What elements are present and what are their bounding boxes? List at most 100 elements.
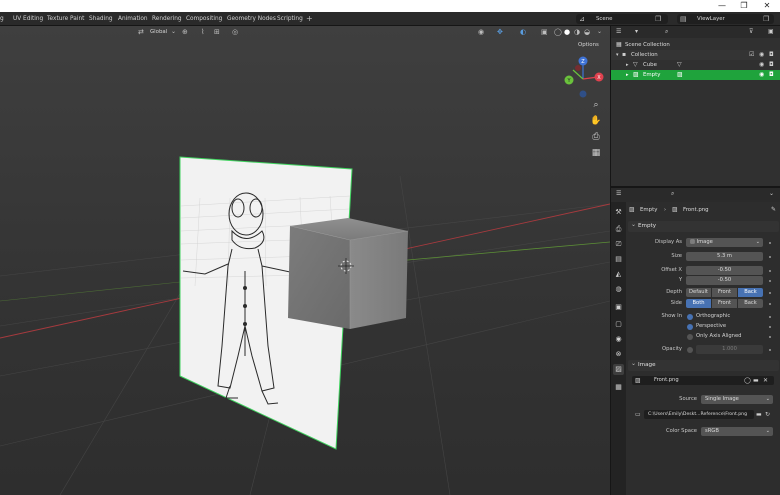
options-dropdown[interactable]: Options: [578, 40, 599, 50]
depth-front-button[interactable]: Front: [712, 288, 737, 297]
image-browse-icon[interactable]: ▨: [635, 376, 641, 385]
image-panel-header[interactable]: Image: [628, 358, 779, 371]
zoom-icon[interactable]: ⌕: [589, 98, 603, 112]
outliner-row-cube[interactable]: ▸ ▽ Cube ▽ ◉ ◘: [611, 60, 780, 70]
tab-texture-paint[interactable]: Texture Paint: [47, 12, 84, 26]
xray-icon[interactable]: ▣: [541, 27, 548, 37]
constraints-tab-icon[interactable]: ⊗: [613, 349, 624, 360]
copy-scene-icon[interactable]: ❐: [655, 14, 661, 24]
tab-workspace-partial[interactable]: g: [0, 12, 4, 26]
perspective-checkbox[interactable]: [687, 323, 693, 330]
tool-tab-icon[interactable]: ⚒: [613, 207, 624, 218]
keyframe-dot[interactable]: [769, 336, 771, 338]
perspective-toggle-icon[interactable]: ▦: [589, 146, 603, 160]
pin-icon[interactable]: ✎: [771, 205, 776, 215]
scene-tab-icon[interactable]: ◭: [613, 269, 624, 280]
side-front-button[interactable]: Front: [712, 299, 737, 308]
render-tab-icon[interactable]: ⎙: [613, 224, 624, 235]
tab-scripting[interactable]: Scripting: [277, 12, 303, 26]
orthographic-checkbox[interactable]: [687, 313, 693, 320]
expand-arrow-icon[interactable]: ▸: [626, 60, 629, 70]
object-data-tab-icon[interactable]: ▨: [613, 364, 624, 375]
snap-icon[interactable]: ⌇: [201, 27, 204, 37]
maximize-button[interactable]: ❐: [733, 0, 755, 12]
tab-compositing[interactable]: Compositing: [186, 12, 222, 26]
view-layer-selector[interactable]: [677, 14, 774, 24]
reload-icon[interactable]: ↻: [765, 410, 770, 419]
editor-type-icon[interactable]: ☰: [616, 189, 621, 199]
3d-viewport[interactable]: Z X Y ⇄ Global ⌄ ⊕ ⌇ ⊞ ◎ ◉ ✥ ◐ ▣ ◯ ● ◑ ◒…: [0, 26, 610, 495]
minimize-button[interactable]: —: [711, 0, 733, 12]
open-folder-icon[interactable]: ▬: [753, 376, 759, 385]
eye-icon[interactable]: ◉: [759, 50, 764, 60]
only-axis-aligned-checkbox[interactable]: [687, 333, 693, 340]
visibility-icon[interactable]: ◉: [478, 27, 484, 37]
copy-view-layer-icon[interactable]: ❐: [763, 14, 769, 24]
display-mode-icon[interactable]: ▾: [635, 27, 638, 37]
keyframe-dot[interactable]: [769, 292, 771, 294]
wireframe-shading-icon[interactable]: ◯: [554, 27, 562, 37]
output-tab-icon[interactable]: ⎚: [613, 239, 624, 250]
tab-rendering[interactable]: Rendering: [152, 12, 182, 26]
keyframe-dot[interactable]: [769, 349, 771, 351]
physics-tab-icon[interactable]: ◉: [613, 334, 624, 345]
keyframe-dot[interactable]: [769, 303, 771, 305]
material-shading-icon[interactable]: ◑: [574, 27, 580, 37]
collection-tab-icon[interactable]: ▣: [613, 302, 624, 313]
editor-type-icon[interactable]: ☰: [616, 27, 621, 37]
expand-arrow-icon[interactable]: ▾: [616, 50, 619, 60]
object-tab-icon[interactable]: ▢: [613, 319, 624, 330]
camera-icon[interactable]: ◘: [769, 60, 774, 70]
empty-panel-header[interactable]: Empty: [628, 219, 779, 232]
shading-options-icon[interactable]: ⌄: [597, 27, 602, 37]
keyframe-dot[interactable]: [769, 326, 771, 328]
outliner-row-empty[interactable]: ▸ ▨ Empty ▨ ◉ ◘: [611, 70, 780, 80]
keyframe-dot[interactable]: [769, 256, 771, 258]
side-both-button[interactable]: Both: [686, 299, 711, 308]
camera-view-icon[interactable]: ⎙: [589, 130, 603, 144]
unlink-icon[interactable]: ✕: [763, 376, 768, 385]
open-folder-icon[interactable]: ▬: [756, 410, 762, 419]
rendered-shading-icon[interactable]: ◒: [584, 27, 590, 37]
keyframe-dot[interactable]: [769, 316, 771, 318]
keyframe-dot[interactable]: [769, 280, 771, 282]
add-workspace-button[interactable]: +: [306, 12, 313, 26]
use-alpha-checkbox[interactable]: [687, 346, 693, 353]
camera-icon[interactable]: ◘: [769, 70, 774, 80]
depth-back-button[interactable]: Back: [738, 288, 763, 297]
outliner-row-collection[interactable]: ▾ ▪ Collection ☑ ◉ ◘: [611, 50, 780, 60]
checkbox-icon[interactable]: ☑: [749, 50, 754, 60]
filepath-field[interactable]: C:\Users\Emily\Deskt...Reference\Front.p…: [644, 410, 754, 419]
side-back-button[interactable]: Back: [738, 299, 763, 308]
offset-y-field[interactable]: -0.50: [686, 276, 763, 285]
tab-shading[interactable]: Shading: [89, 12, 113, 26]
world-tab-icon[interactable]: ◍: [613, 284, 624, 295]
close-button[interactable]: ✕: [756, 0, 778, 12]
search-icon[interactable]: ⌕: [671, 189, 674, 199]
texture-tab-icon[interactable]: ▦: [613, 382, 624, 393]
expand-arrow-icon[interactable]: ▸: [626, 70, 629, 80]
new-collection-icon[interactable]: ▣: [768, 27, 774, 37]
source-dropdown[interactable]: Single Image ⌄: [701, 395, 773, 404]
filter-icon[interactable]: ⊽: [749, 27, 753, 37]
transform-orientation-dropdown[interactable]: Global: [150, 27, 167, 37]
offset-x-field[interactable]: -0.50: [686, 266, 763, 275]
tab-geometry-nodes[interactable]: Geometry Nodes: [227, 12, 276, 26]
depth-default-button[interactable]: Default: [686, 288, 711, 297]
chevron-down-icon[interactable]: ⌄: [769, 189, 774, 199]
snap-target-icon[interactable]: ⊞: [214, 27, 220, 37]
solid-shading-icon[interactable]: ●: [564, 27, 570, 37]
proportional-edit-icon[interactable]: ◎: [232, 27, 238, 37]
pan-hand-icon[interactable]: ✋: [589, 114, 603, 128]
display-as-dropdown[interactable]: ▨ Image ⌄: [686, 238, 763, 247]
overlays-icon[interactable]: ◐: [520, 27, 526, 37]
tab-uv-editing[interactable]: UV Editing: [13, 12, 43, 26]
outliner-row-scene-collection[interactable]: ▦ Scene Collection: [611, 40, 780, 50]
eye-icon[interactable]: ◉: [759, 70, 764, 80]
tab-animation[interactable]: Animation: [118, 12, 148, 26]
fake-user-icon[interactable]: ◯: [744, 376, 751, 385]
eye-icon[interactable]: ◉: [759, 60, 764, 70]
view-layer-tab-icon[interactable]: ▤: [613, 254, 624, 265]
size-field[interactable]: 5.3 m: [686, 252, 763, 261]
pivot-point-icon[interactable]: ⊕: [182, 27, 188, 37]
